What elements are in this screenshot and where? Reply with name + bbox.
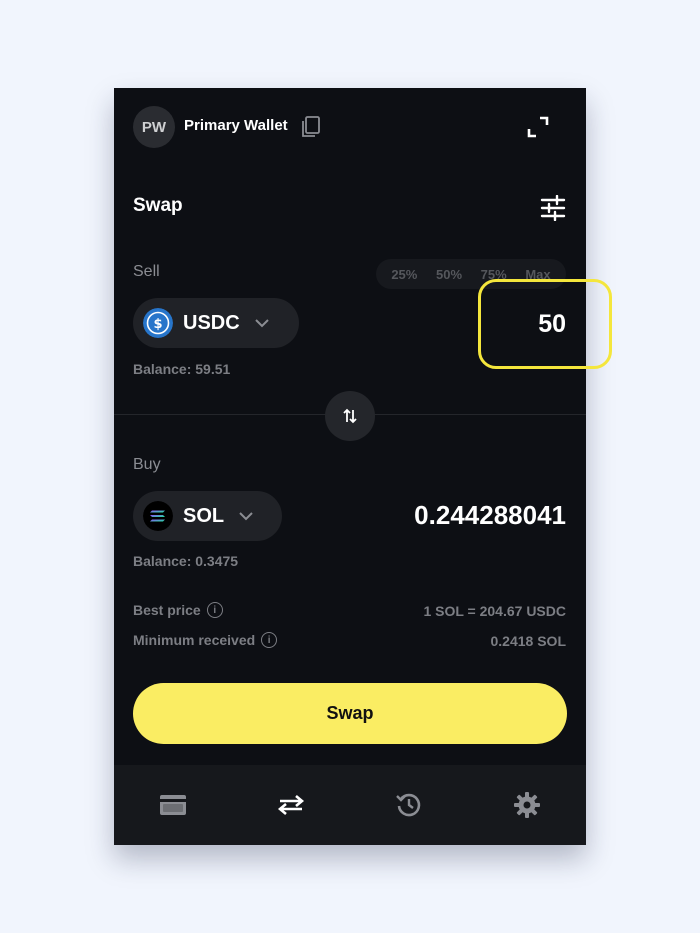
sell-token-name: USDC xyxy=(183,311,240,334)
wallet-icon xyxy=(160,795,186,815)
expand-icon[interactable] xyxy=(527,116,549,138)
best-price-value: 1 SOL = 204.67 USDC xyxy=(423,603,566,619)
min-received-label: Minimum received xyxy=(133,632,256,648)
history-icon xyxy=(396,793,421,817)
chevron-down-icon xyxy=(254,319,269,328)
nav-settings[interactable] xyxy=(507,785,547,825)
sell-balance: Balance: 59.51 xyxy=(133,361,231,377)
page-title: Swap xyxy=(133,195,183,216)
nav-history[interactable] xyxy=(389,785,429,825)
switch-tokens-button[interactable] xyxy=(325,391,375,441)
buy-token-selector[interactable]: SOL xyxy=(133,491,282,541)
usdc-icon: $ xyxy=(143,308,173,338)
buy-label: Buy xyxy=(133,456,161,473)
sol-icon xyxy=(143,501,173,531)
swap-button[interactable]: Swap xyxy=(133,683,567,744)
svg-text:$: $ xyxy=(153,317,162,332)
best-price-label: Best price xyxy=(133,602,201,618)
buy-balance: Balance: 0.3475 xyxy=(133,553,239,569)
best-price-row: Best price i xyxy=(133,602,223,618)
swap-arrows-icon xyxy=(277,795,305,815)
pct-50-button[interactable]: 50% xyxy=(436,267,462,282)
nav-swap[interactable] xyxy=(271,785,311,825)
bottom-nav xyxy=(114,765,586,845)
swap-widget: PW Primary Wallet Swap Sell 25% 50% 75% … xyxy=(114,88,612,845)
wallet-name[interactable]: Primary Wallet xyxy=(184,117,288,134)
sell-amount-input[interactable]: 50 xyxy=(538,310,566,339)
min-received-row: Minimum received i xyxy=(133,632,278,648)
buy-amount-output: 0.244288041 xyxy=(414,500,566,530)
switch-arrows-icon xyxy=(343,408,357,424)
sliders-icon[interactable] xyxy=(540,195,566,221)
nav-wallet[interactable] xyxy=(153,785,193,825)
min-received-value: 0.2418 SOL xyxy=(490,633,567,649)
pct-25-button[interactable]: 25% xyxy=(391,267,417,282)
chevron-down-icon xyxy=(239,512,253,521)
sell-token-selector[interactable]: $ USDC xyxy=(133,298,299,348)
info-icon[interactable]: i xyxy=(206,602,223,618)
sell-label: Sell xyxy=(133,263,160,280)
avatar[interactable]: PW xyxy=(133,106,175,148)
buy-token-name: SOL xyxy=(183,504,225,527)
info-icon[interactable]: i xyxy=(261,632,278,648)
copy-icon[interactable] xyxy=(301,116,321,138)
gear-icon xyxy=(514,792,540,818)
